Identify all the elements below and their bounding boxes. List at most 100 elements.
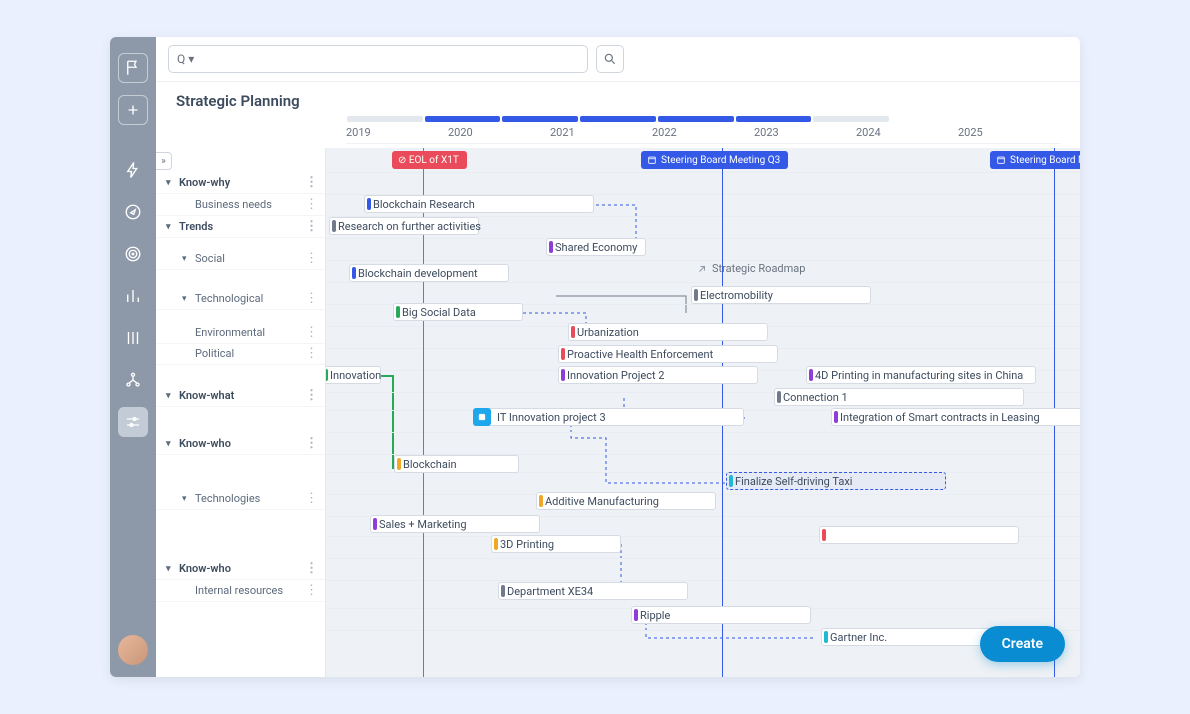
milestone[interactable]: Steering Board Meeting Q2 <box>990 151 1080 169</box>
sidebar-network-icon[interactable] <box>118 365 148 395</box>
gantt-bar[interactable]: Ripple <box>631 606 811 624</box>
search-button[interactable] <box>596 45 624 73</box>
gantt-bar[interactable]: Integration of Smart contracts in Leasin… <box>831 408 1080 426</box>
category-menu-icon[interactable]: ⋮ <box>305 346 317 361</box>
category-label: Political <box>195 347 234 360</box>
search-input-wrap[interactable]: Q ▾ <box>168 45 588 73</box>
year-label: 2021 <box>550 126 652 139</box>
category-label: Technological <box>195 292 263 305</box>
category-row[interactable]: Internal resources ⋮ <box>156 580 325 602</box>
strategic-roadmap-link[interactable]: Strategic Roadmap <box>696 262 805 275</box>
category-label: Know-what <box>179 389 234 402</box>
sidebar <box>110 37 156 677</box>
gantt-bar[interactable]: Blockchain Research <box>364 195 594 213</box>
sidebar-target-icon[interactable] <box>118 239 148 269</box>
gantt-bar[interactable]: Electromobility <box>691 286 871 304</box>
category-menu-icon[interactable]: ⋮ <box>305 388 317 403</box>
timeline-mini[interactable] <box>346 116 890 122</box>
gantt-bar[interactable]: 4D Printing in manufacturing sites in Ch… <box>806 366 1036 384</box>
category-row[interactable]: Political ⋮ <box>156 343 325 365</box>
gantt-bar-label: 3D Printing <box>500 538 554 551</box>
gantt-bar-label: 4D Printing in manufacturing sites in Ch… <box>815 369 1023 382</box>
category-menu-icon[interactable]: ⋮ <box>305 436 317 451</box>
category-menu-icon[interactable]: ⋮ <box>305 291 317 306</box>
category-menu-icon[interactable]: ⋮ <box>305 251 317 266</box>
app-window: » Q ▾ Strategic Planning 201920202021202… <box>110 37 1080 677</box>
category-row[interactable]: ▾Know-who⋮ <box>156 433 325 455</box>
gantt-bar[interactable]: Connection 1 <box>774 388 1024 406</box>
gantt-chart[interactable]: ▾Know-why⋮Business needs⋮▾Trends⋮▾Social… <box>156 148 1080 677</box>
category-menu-icon[interactable]: ⋮ <box>305 583 317 598</box>
gantt-bar[interactable]: Big Social Data <box>393 303 523 321</box>
gantt-bar[interactable]: Sales + Marketing <box>370 515 540 533</box>
category-label: Know-why <box>179 176 230 189</box>
bar-type-icon <box>473 408 491 426</box>
category-menu-icon[interactable]: ⋮ <box>305 175 317 190</box>
category-menu-icon[interactable]: ⋮ <box>305 561 317 576</box>
gantt-bar[interactable]: Finalize Self-driving Taxi <box>726 472 946 490</box>
year-label: 2022 <box>652 126 754 139</box>
gantt-bar[interactable]: Proactive Health Enforcement <box>558 345 778 363</box>
year-label: 2025 <box>958 126 1060 139</box>
gantt-bar-label: Sales + Marketing <box>379 518 467 531</box>
gantt-bar-label: Urbanization <box>577 326 639 339</box>
category-row[interactable]: ▾Technological⋮ <box>156 288 325 310</box>
main: Q ▾ Strategic Planning 20192020202120222… <box>156 37 1080 677</box>
gantt-bar[interactable]: Additive Manufacturing <box>536 492 716 510</box>
category-row[interactable]: ▾Know-why⋮ <box>156 172 325 194</box>
gantt-bar[interactable]: Blockchain development <box>349 264 509 282</box>
gantt-bar[interactable]: 3D Printing <box>491 535 621 553</box>
category-menu-icon[interactable]: ⋮ <box>305 491 317 506</box>
sidebar-bolt-icon[interactable] <box>118 155 148 185</box>
gantt-bar[interactable]: Research on further activities <box>329 217 479 235</box>
gantt-bar[interactable]: Blockchain <box>394 455 519 473</box>
gantt-bar-label: Finalize Self-driving Taxi <box>735 475 852 488</box>
sidebar-barchart-icon[interactable] <box>118 281 148 311</box>
category-row[interactable]: ▾Trends⋮ <box>156 216 325 238</box>
milestone[interactable]: ⊘ EOL of X1T <box>392 151 467 169</box>
category-row[interactable]: ▾Social⋮ <box>156 248 325 270</box>
gantt-bar[interactable]: Urbanization <box>568 323 768 341</box>
category-menu-icon[interactable]: ⋮ <box>305 325 317 340</box>
category-label: Technologies <box>195 492 260 505</box>
category-row[interactable]: ▾Technologies⋮ <box>156 488 325 510</box>
gantt-bar-label: Department XE34 <box>507 585 593 598</box>
page-title: Strategic Planning <box>176 92 1060 110</box>
sidebar-flag[interactable] <box>118 53 148 83</box>
gantt-bar[interactable]: Innovation Project 2 <box>558 366 758 384</box>
search-prefix[interactable]: Q ▾ <box>177 52 194 66</box>
category-menu-icon[interactable]: ⋮ <box>305 197 317 212</box>
bars-layer: ⊘ EOL of X1T Steering Board Meeting Q3 Ste… <box>326 148 1080 677</box>
gantt-bar-label: Blockchain Research <box>373 198 475 211</box>
gantt-bar-label: Blockchain development <box>358 267 478 280</box>
gantt-bar[interactable]: Department XE34 <box>498 582 688 600</box>
gantt-bar-label: Blockchain <box>403 458 457 471</box>
year-axis: 2019202020212022202320242025 <box>346 122 1060 144</box>
category-label: Internal resources <box>195 584 283 597</box>
sidebar-add[interactable] <box>118 95 148 125</box>
sidebar-compass-icon[interactable] <box>118 197 148 227</box>
milestone[interactable]: Steering Board Meeting Q3 <box>641 151 788 169</box>
gantt-bar-label: Innovation <box>330 369 381 382</box>
category-label: Know-who <box>179 562 231 575</box>
category-label: Social <box>195 252 225 265</box>
gantt-bar-label: Shared Economy <box>555 241 637 254</box>
search-input[interactable] <box>198 52 579 66</box>
year-label: 2019 <box>346 126 448 139</box>
category-row[interactable]: Environmental⋮ <box>156 322 325 344</box>
sidebar-expand-toggle[interactable]: » <box>156 152 172 170</box>
gantt-bar[interactable]: Innovation <box>321 366 381 384</box>
gantt-bar[interactable]: Shared Economy <box>546 238 646 256</box>
category-row[interactable]: ▾Know-what⋮ <box>156 385 325 407</box>
category-row[interactable]: Business needs⋮ <box>156 194 325 216</box>
category-row[interactable]: ▾Know-who⋮ <box>156 558 325 580</box>
gantt-bar[interactable] <box>819 526 1019 544</box>
create-button[interactable]: Create <box>980 626 1065 662</box>
sidebar-sliders-icon[interactable] <box>118 407 148 437</box>
category-menu-icon[interactable]: ⋮ <box>305 219 317 234</box>
gantt-bar[interactable]: IT Innovation project 3 <box>474 408 744 426</box>
topbar: Q ▾ <box>156 37 1080 82</box>
avatar[interactable] <box>118 635 148 665</box>
gantt-bar-label: IT Innovation project 3 <box>497 411 606 424</box>
sidebar-columns-icon[interactable] <box>118 323 148 353</box>
